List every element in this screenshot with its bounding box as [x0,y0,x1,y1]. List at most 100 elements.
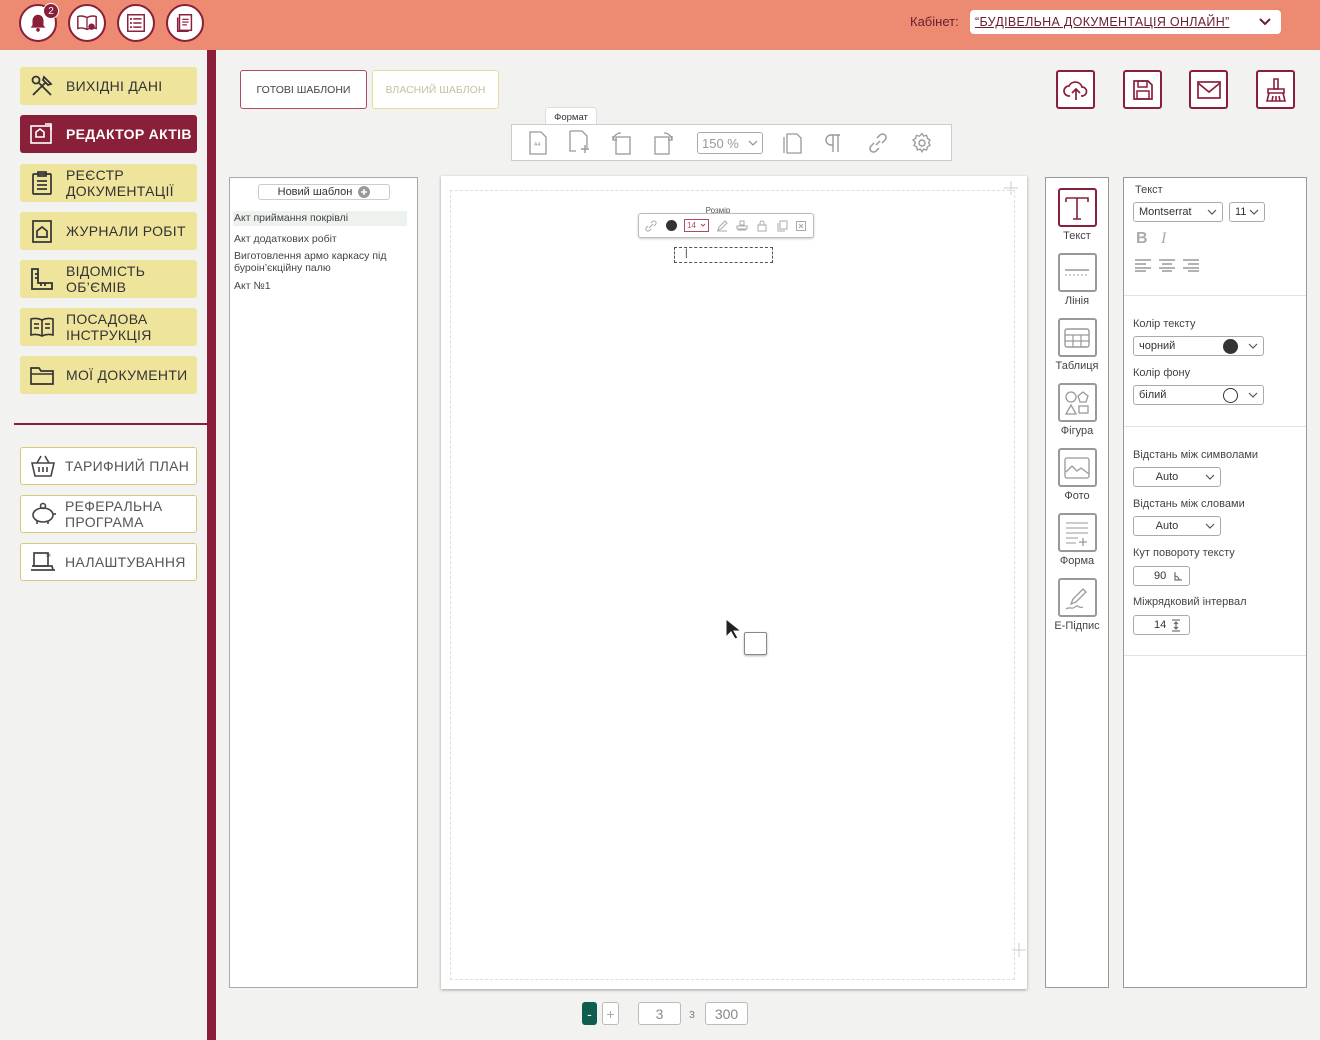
stamp-icon[interactable] [736,220,748,232]
font-size-value: 14 [687,221,696,230]
current-page-input[interactable]: 3 [638,1002,681,1025]
page-margin-guide [450,190,1015,980]
cabinet-select[interactable]: “БУДІВЕЛЬНА ДОКУМЕНТАЦІЯ ОНЛАЙН” [970,10,1281,34]
page-of-label: з [689,1006,695,1021]
bg-color-label: Колір фону [1133,367,1191,379]
sidebar-item-tariff-plan[interactable]: Тарифний план [20,447,197,485]
new-template-button[interactable]: Новий шаблон [258,184,390,200]
photo-tool-icon [1064,456,1090,479]
rotate-left-icon [612,132,631,155]
pen-icon[interactable] [716,220,728,232]
zoom-value: 150 % [702,135,739,151]
bold-button[interactable]: B [1136,230,1148,248]
align-right-icon[interactable] [1182,258,1200,272]
sidebar-item-settings[interactable]: * Налаштування [20,543,197,581]
tool-form[interactable]: Форма [1046,513,1108,567]
text-color-select[interactable]: чорний [1133,336,1264,356]
settings-laptop-icon: * [29,548,57,576]
tool-line[interactable]: Лінія [1046,253,1108,307]
sidebar-item-source-data[interactable]: Вихідні дані [20,67,197,105]
text-element[interactable]: | [674,247,773,263]
resize-handle-icon[interactable] [1012,943,1026,957]
document-page[interactable] [441,176,1027,989]
char-spacing-select[interactable]: Auto [1133,467,1221,487]
form-tool-icon [1066,521,1088,546]
sidebar-item-referral-program[interactable]: Реферальна програма [20,495,197,533]
page-settings-button[interactable] [910,131,934,155]
svg-text:*: * [46,552,51,563]
section-divider [1124,655,1306,656]
tool-shape[interactable]: Фігура [1046,383,1108,437]
sidebar-item-label: Мої документи [66,367,188,383]
bg-color-select[interactable]: білий [1133,385,1264,405]
rotate-right-button[interactable] [651,131,675,155]
chevron-down-icon [1205,523,1215,529]
upload-cloud-button[interactable] [1056,70,1095,109]
piggy-bank-icon [29,500,57,528]
sidebar-item-my-documents[interactable]: Мої документи [20,356,197,394]
sidebar-item-documentation-registry[interactable]: Реєстр документації [20,164,197,202]
chevron-down-icon [1259,18,1271,26]
line-spacing-input[interactable]: 14 [1133,615,1190,635]
tool-e-signature[interactable]: Е-Підпис [1046,578,1108,632]
sidebar-item-acts-editor[interactable]: Редактор актів [20,115,197,153]
lock-icon[interactable] [756,220,768,232]
journal-icon [28,217,56,245]
rotate-right-icon [654,132,673,155]
manual-button[interactable] [68,4,106,42]
cloud-upload-icon [1062,80,1087,100]
plus-circle-icon [358,186,371,198]
paragraph-marks-button[interactable] [821,131,845,155]
link-icon[interactable] [645,220,657,232]
template-item[interactable]: Акт №1 [233,280,407,292]
sidebar-item-label: Налаштування [65,554,186,570]
rotation-input[interactable]: 90 [1133,566,1190,586]
resize-handle-icon[interactable] [1004,181,1018,195]
tool-table[interactable]: Таблиця [1046,318,1108,372]
italic-button[interactable]: I [1161,230,1166,248]
word-spacing-select[interactable]: Auto [1133,516,1221,536]
page-format-button[interactable]: A4 [526,131,550,155]
text-color-value: чорний [1139,340,1176,352]
delete-icon[interactable] [795,220,807,232]
tool-photo[interactable]: Фото [1046,448,1108,502]
tab-ready-templates[interactable]: Готові шаблони [240,70,367,109]
rotation-label: Кут повороту тексту [1133,547,1235,559]
add-page-button[interactable] [567,130,591,155]
align-left-icon[interactable] [1134,258,1152,272]
font-family-select[interactable]: Montserrat [1133,202,1223,222]
align-center-icon[interactable] [1158,258,1176,272]
copy-page-button[interactable] [780,131,804,155]
sidebar-item-job-instruction[interactable]: Посадова інструкція [20,308,197,346]
template-item[interactable]: Акт додаткових робіт [233,233,407,245]
rotate-left-button[interactable] [610,131,634,155]
documents-button[interactable] [166,4,204,42]
font-size-select[interactable]: 11 [1229,202,1265,222]
floppy-disk-icon [1132,79,1153,100]
send-email-button[interactable] [1189,70,1228,109]
properties-panel: Текст Montserrat 11 B I Колір тексту чор… [1123,177,1307,988]
add-page-pager-button[interactable]: + [602,1002,619,1025]
tool-label: Форма [1059,555,1095,567]
copy-icon[interactable] [776,220,788,232]
angle-icon [1174,572,1182,581]
pilcrow-icon [825,134,840,152]
folder-icon [28,361,56,389]
sidebar-item-work-journals[interactable]: Журнали робіт [20,212,197,250]
sidebar-item-volume-statement[interactable]: Відомість об’ємів [20,260,197,298]
tool-label: Таблиця [1055,360,1099,372]
sidebar-item-label: Журнали робіт [66,223,186,239]
tool-text[interactable]: Текст [1046,188,1108,242]
text-color-swatch[interactable] [666,220,677,231]
template-item[interactable]: Виготовлення армо каркасу під буроін’єкц… [233,250,407,274]
clear-button[interactable] [1256,70,1295,109]
template-item[interactable]: Акт приймання покрівлі [233,211,407,226]
save-button[interactable] [1123,70,1162,109]
copy-page-icon [783,133,802,154]
zoom-out-page-button[interactable]: - [582,1002,597,1025]
font-size-select[interactable]: 14 [684,219,709,232]
list-button[interactable] [117,4,155,42]
zoom-select[interactable]: 150 % [697,132,763,154]
tab-own-template[interactable]: Власний шаблон [372,70,499,109]
link-button[interactable] [866,131,890,155]
